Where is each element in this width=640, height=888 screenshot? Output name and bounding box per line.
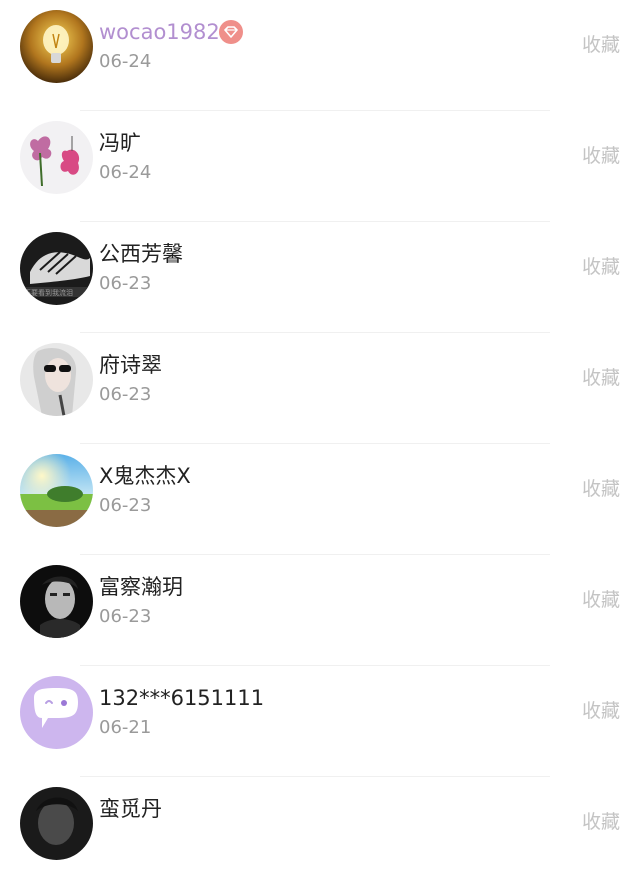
list-item[interactable]: 富察瀚玥 06-23 收藏 xyxy=(0,555,640,666)
favorite-button[interactable]: 收藏 xyxy=(582,587,620,613)
user-name[interactable]: 公西芳馨 xyxy=(99,241,183,267)
user-name[interactable]: 富察瀚玥 xyxy=(99,574,183,600)
date-label: 06-23 xyxy=(99,384,152,405)
date-label: 06-23 xyxy=(99,273,152,294)
list-item[interactable]: 冯旷 06-24 收藏 xyxy=(0,111,640,222)
user-name[interactable]: wocao1982 xyxy=(99,19,220,45)
hands-avatar[interactable]: 不要看到我流泪 xyxy=(20,232,93,305)
favorite-button[interactable]: 收藏 xyxy=(582,254,620,280)
list-item[interactable]: 府诗翠 06-23 收藏 xyxy=(0,333,640,444)
favorite-button[interactable]: 收藏 xyxy=(582,476,620,502)
user-name[interactable]: 府诗翠 xyxy=(99,352,162,378)
lightbulb-avatar[interactable] xyxy=(20,10,93,83)
user-name[interactable]: 冯旷 xyxy=(99,130,141,156)
list-item[interactable]: wocao1982 06-24 收藏 xyxy=(0,0,640,111)
favorite-button[interactable]: 收藏 xyxy=(582,32,620,58)
dark-portrait-avatar[interactable] xyxy=(20,565,93,638)
diamond-icon xyxy=(219,20,243,44)
list-item[interactable]: 132***6151111 06-21 收藏 xyxy=(0,666,640,777)
svg-text:不要看到我流泪: 不要看到我流泪 xyxy=(24,288,73,297)
flower-avatar[interactable] xyxy=(20,121,93,194)
dark-portrait-avatar-2[interactable] xyxy=(20,787,93,860)
date-label: 06-23 xyxy=(99,495,152,516)
user-name[interactable]: 132***6151111 xyxy=(99,685,264,711)
landscape-avatar[interactable] xyxy=(20,454,93,527)
date-label: 06-21 xyxy=(99,717,152,738)
date-label: 06-23 xyxy=(99,606,152,627)
date-label: 06-24 xyxy=(99,51,152,72)
list-item[interactable]: 不要看到我流泪 公西芳馨 06-23 收藏 xyxy=(0,222,640,333)
favorite-button[interactable]: 收藏 xyxy=(582,809,620,835)
user-name[interactable]: 蛮觅丹 xyxy=(99,796,162,822)
sunglasses-portrait-avatar[interactable] xyxy=(20,343,93,416)
chat-bubble-avatar[interactable] xyxy=(20,676,93,749)
favorite-button[interactable]: 收藏 xyxy=(582,698,620,724)
list-item[interactable]: X鬼杰杰X 06-23 收藏 xyxy=(0,444,640,555)
user-name[interactable]: X鬼杰杰X xyxy=(99,463,191,489)
date-label: 06-24 xyxy=(99,162,152,183)
favorite-button[interactable]: 收藏 xyxy=(582,365,620,391)
favorite-button[interactable]: 收藏 xyxy=(582,143,620,169)
